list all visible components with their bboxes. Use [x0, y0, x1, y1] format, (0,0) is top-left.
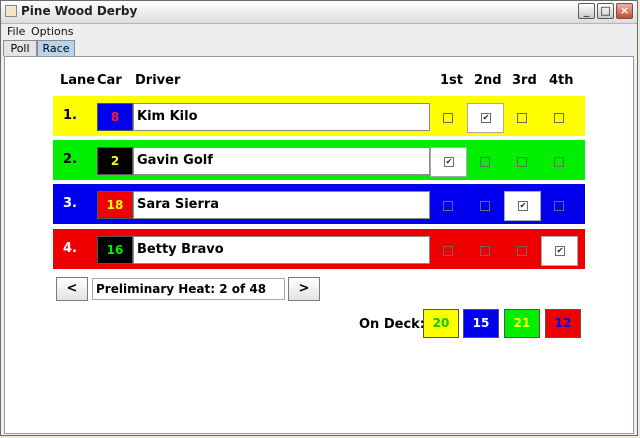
- cup-icon: [5, 5, 17, 17]
- place-checkbox[interactable]: [554, 157, 564, 167]
- place-cell-2nd: [467, 191, 504, 221]
- minimize-icon[interactable]: _: [578, 3, 595, 19]
- place-cell-1st: ✔: [430, 147, 467, 177]
- heat-indicator: Preliminary Heat: 2 of 48: [92, 278, 285, 300]
- window-controls: _ □ ×: [578, 3, 633, 19]
- place-checkbox[interactable]: [480, 246, 490, 256]
- on-deck-car: 20: [423, 309, 459, 338]
- checkmark-icon: ✔: [482, 113, 490, 122]
- checkmark-icon: ✔: [556, 246, 564, 255]
- place-cell-1st: [430, 103, 467, 133]
- next-heat-button[interactable]: >: [288, 277, 320, 301]
- place-checkbox[interactable]: ✔: [555, 246, 565, 256]
- header-3rd: 3rd: [512, 73, 537, 88]
- on-deck-label: On Deck:: [359, 317, 425, 332]
- place-cell-3rd: [504, 103, 541, 133]
- lane-row: 3. 18 Sara Sierra ✔: [53, 184, 585, 224]
- title-bar[interactable]: Pine Wood Derby _ □ ×: [1, 1, 637, 24]
- place-cell-3rd: ✔: [504, 191, 541, 221]
- place-cell-3rd: [504, 236, 541, 266]
- place-checkbox[interactable]: [443, 201, 453, 211]
- car-number: 18: [97, 191, 133, 219]
- lane-number: 1.: [63, 108, 77, 123]
- close-icon[interactable]: ×: [616, 3, 633, 19]
- header-1st: 1st: [440, 73, 463, 88]
- place-cell-4th: ✔: [541, 236, 578, 266]
- on-deck-car: 12: [545, 309, 581, 338]
- lane-number: 4.: [63, 241, 77, 256]
- tab-poll[interactable]: Poll: [3, 40, 37, 56]
- place-checkbox[interactable]: [443, 246, 453, 256]
- on-deck-car: 15: [463, 309, 499, 338]
- place-checkbox[interactable]: [480, 201, 490, 211]
- header-car: Car: [97, 73, 122, 88]
- place-checkbox[interactable]: [517, 246, 527, 256]
- driver-name: Kim Kilo: [133, 103, 430, 131]
- place-cell-2nd: [467, 236, 504, 266]
- menu-options[interactable]: Options: [31, 25, 73, 38]
- on-deck-car: 21: [504, 309, 540, 338]
- place-checkbox[interactable]: [443, 113, 453, 123]
- place-checkbox[interactable]: [554, 201, 564, 211]
- menu-bar: File Options: [1, 24, 637, 39]
- prev-heat-button[interactable]: <: [56, 277, 88, 301]
- driver-name: Gavin Golf: [133, 147, 430, 175]
- place-cell-3rd: [504, 147, 541, 177]
- tab-race[interactable]: Race: [37, 40, 75, 56]
- place-checkbox[interactable]: [554, 113, 564, 123]
- menu-file[interactable]: File: [7, 25, 25, 38]
- header-driver: Driver: [135, 73, 181, 88]
- place-cell-2nd: [467, 147, 504, 177]
- driver-name: Sara Sierra: [133, 191, 430, 219]
- lane-number: 2.: [63, 152, 77, 167]
- place-cell-4th: [541, 103, 578, 133]
- place-cell-2nd: ✔: [467, 103, 504, 133]
- car-number: 8: [97, 103, 133, 131]
- header-lane: Lane: [60, 73, 96, 88]
- header-2nd: 2nd: [474, 73, 502, 88]
- window-title: Pine Wood Derby: [21, 4, 138, 18]
- place-checkbox[interactable]: ✔: [481, 113, 491, 123]
- place-cell-1st: [430, 236, 467, 266]
- place-checkbox[interactable]: [480, 157, 490, 167]
- lane-row: 4. 16 Betty Bravo ✔: [53, 229, 585, 269]
- place-checkbox[interactable]: [517, 157, 527, 167]
- car-number: 2: [97, 147, 133, 175]
- lane-number: 3.: [63, 196, 77, 211]
- place-cell-1st: [430, 191, 467, 221]
- driver-name: Betty Bravo: [133, 236, 430, 264]
- lane-row: 2. 2 Gavin Golf ✔: [53, 140, 585, 180]
- place-cell-4th: [541, 147, 578, 177]
- place-checkbox[interactable]: ✔: [444, 157, 454, 167]
- header-4th: 4th: [549, 73, 574, 88]
- lane-row: 1. 8 Kim Kilo ✔: [53, 96, 585, 136]
- maximize-icon[interactable]: □: [597, 3, 614, 19]
- place-checkbox[interactable]: [517, 113, 527, 123]
- car-number: 16: [97, 236, 133, 264]
- checkmark-icon: ✔: [445, 157, 453, 166]
- place-cell-4th: [541, 191, 578, 221]
- checkmark-icon: ✔: [519, 201, 527, 210]
- place-checkbox[interactable]: ✔: [518, 201, 528, 211]
